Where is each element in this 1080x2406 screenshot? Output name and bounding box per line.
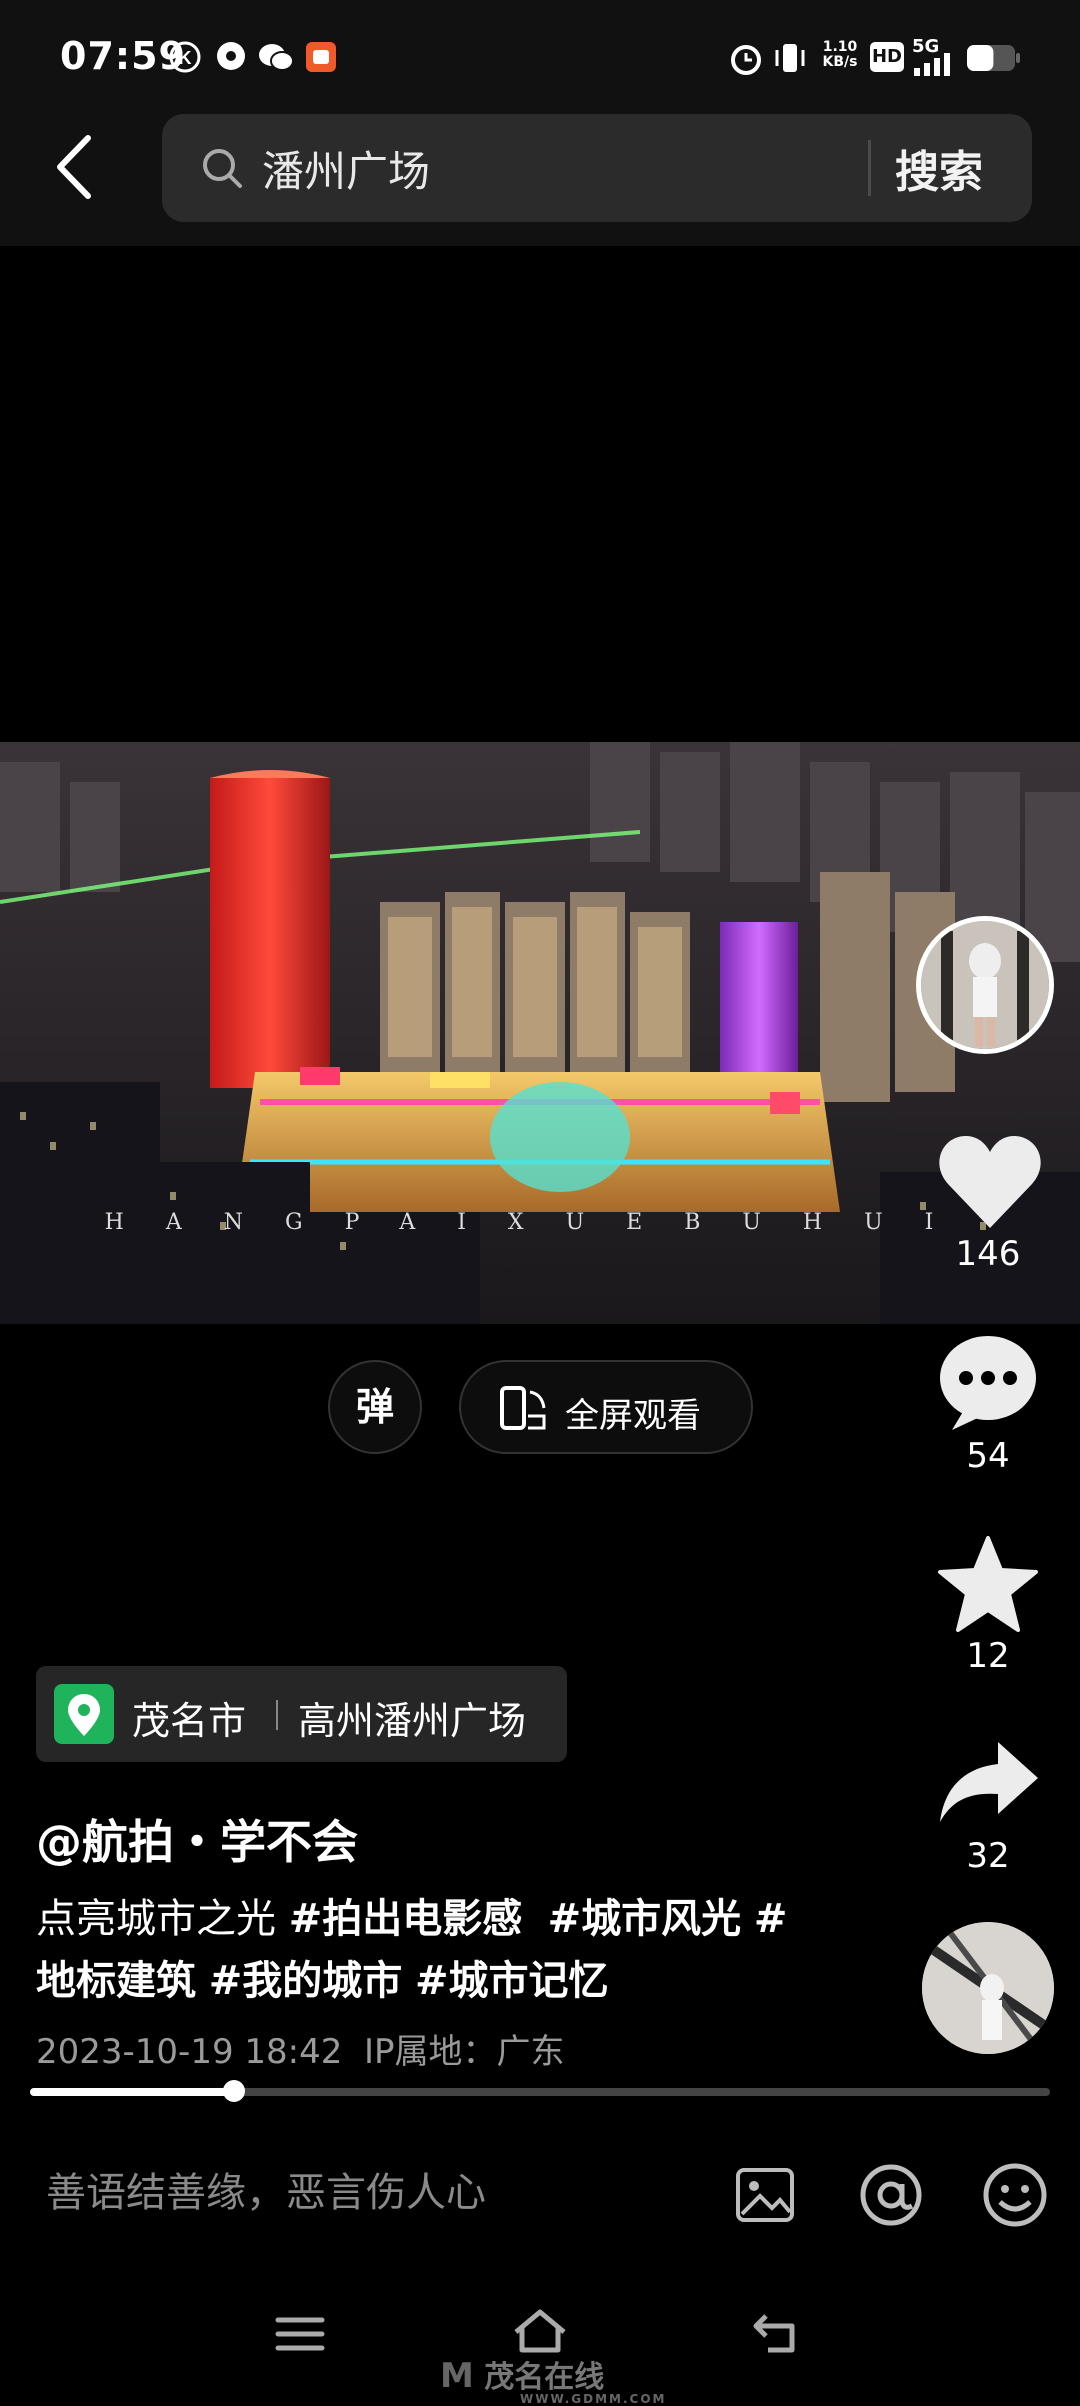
brand-logo-icon: M — [440, 2356, 474, 2396]
emoji-icon[interactable] — [982, 2162, 1048, 2228]
ip-location: IP属地：广东 — [364, 2032, 565, 2072]
search-input[interactable]: 潘州广场 — [262, 138, 430, 199]
post-description: 点亮城市之光 #拍出电影感 #城市风光 #地标建筑 #我的城市 #城市记忆 — [36, 1888, 796, 2012]
video-player[interactable] — [0, 742, 1080, 1324]
avatar-photo — [921, 921, 1049, 1049]
battery-icon — [967, 45, 1020, 71]
svg-text:K: K — [179, 48, 192, 68]
search-divider — [868, 140, 871, 196]
signal-icon — [914, 53, 950, 76]
home-icon[interactable] — [510, 2306, 570, 2354]
star-icon[interactable] — [936, 1534, 1040, 1634]
wechat-icon — [259, 44, 294, 71]
progress-handle[interactable] — [223, 2080, 245, 2102]
k-app-icon: K — [169, 41, 201, 73]
vibrate-icon — [775, 44, 805, 72]
search-icon — [203, 149, 242, 188]
heart-icon[interactable] — [936, 1132, 1044, 1232]
location-bubble-icon — [217, 42, 245, 70]
post-meta: 2023-10-19 18:42 IP属地：广东 — [36, 2024, 565, 2073]
comment-icon[interactable] — [936, 1332, 1040, 1432]
menu-icon[interactable] — [274, 2314, 326, 2354]
net-speed: 1.10 KB/s — [822, 39, 858, 70]
danmu-toggle-button[interactable]: 弹 — [328, 1360, 422, 1454]
video-watermark: HANGPAIXUEBUHUI — [104, 1210, 976, 1235]
share-count: 32 — [966, 1836, 1010, 1876]
music-cover — [922, 1922, 1054, 2054]
favorite-count: 12 — [966, 1636, 1010, 1676]
video-frame — [0, 742, 1080, 1324]
back-nav-icon[interactable] — [752, 2308, 804, 2356]
music-disc[interactable] — [922, 1922, 1054, 2054]
fullscreen-label: 全屏观看 — [565, 1396, 701, 1436]
description-text: 点亮城市之光 — [36, 1896, 289, 1942]
author-avatar[interactable] — [916, 916, 1054, 1054]
search-button[interactable]: 搜索 — [895, 136, 983, 200]
back-arrow-icon[interactable] — [52, 132, 96, 202]
hashtag[interactable]: #拍出电影感 — [289, 1896, 523, 1942]
rotate-screen-icon — [500, 1386, 546, 1430]
like-count: 146 — [955, 1234, 1021, 1274]
location-pin-icon — [54, 1684, 114, 1744]
hashtag[interactable]: #城市记忆 — [415, 1958, 609, 2004]
post-date: 2023-10-19 18:42 — [36, 2032, 343, 2072]
location-separator — [276, 1700, 278, 1730]
image-icon[interactable] — [734, 2164, 796, 2226]
comment-count: 54 — [966, 1436, 1010, 1476]
alarm-icon — [731, 45, 761, 75]
mention-icon[interactable] — [858, 2162, 924, 2228]
author-name[interactable]: @航拍・学不会 — [36, 1806, 358, 1872]
hashtag[interactable]: #我的城市 — [209, 1958, 403, 2004]
hd-badge: HD — [870, 42, 904, 72]
progress-fill — [30, 2088, 234, 2096]
brand-watermark: M 茂名在线 WWW.GDMM.COM — [440, 2356, 667, 2406]
comment-input[interactable]: 善语结善缘，恶言伤人心 — [46, 2160, 486, 2218]
share-icon[interactable] — [936, 1738, 1040, 1824]
location-city: 茂名市 — [132, 1699, 247, 1743]
location-place: 高州潘州广场 — [298, 1699, 527, 1743]
hashtag[interactable]: #城市风光 — [548, 1896, 742, 1942]
app-badge-icon — [306, 42, 336, 72]
